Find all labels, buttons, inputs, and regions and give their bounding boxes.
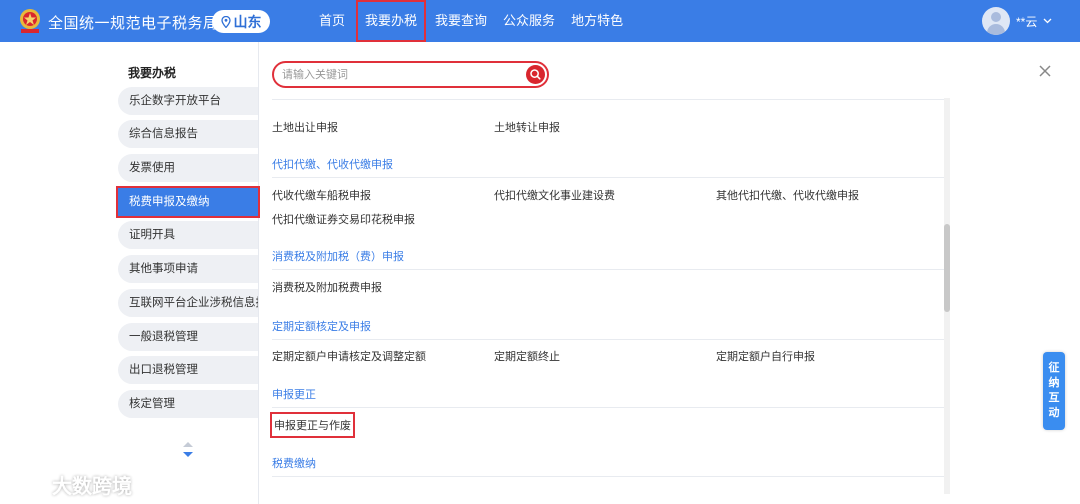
region-label: 山东: [233, 13, 262, 30]
section-title-withholding: 代扣代缴、代收代缴申报: [272, 159, 393, 171]
nav-public-service[interactable]: 公众服务: [496, 0, 562, 42]
section-title-correction: 申报更正: [272, 389, 316, 401]
search-box: [272, 61, 549, 88]
region-selector[interactable]: 山东: [212, 10, 270, 33]
interaction-float-tab[interactable]: 征 纳 互 动: [1043, 352, 1065, 430]
link-quota-self-declaration[interactable]: 定期定额户自行申报: [716, 348, 815, 364]
user-avatar-icon[interactable]: [982, 7, 1010, 35]
sidebar-item-general-refund[interactable]: 一般退税管理: [118, 323, 258, 351]
sidebar-item-assessment[interactable]: 核定管理: [118, 390, 258, 418]
sidebar-item-other-applications[interactable]: 其他事项申请: [118, 255, 258, 283]
chevron-down-icon[interactable]: [1043, 18, 1052, 24]
nav-tax-handling[interactable]: 我要办税: [356, 0, 427, 42]
sidebar-title: 我要办税: [128, 66, 177, 80]
service-list: 土地出让申报 土地转让申报 代扣代缴、代收代缴申报 代收代缴车船税申报 代扣代缴…: [260, 98, 950, 496]
search-button[interactable]: [526, 65, 545, 84]
divider: [272, 339, 947, 340]
sidebar-item-export-refund[interactable]: 出口退税管理: [118, 356, 258, 384]
content-scrollbar[interactable]: [944, 98, 950, 494]
section-title-fixed-quota: 定期定额核定及申报: [272, 321, 371, 333]
nav-query[interactable]: 我要查询: [428, 0, 494, 42]
watermark: 大数跨境: [12, 470, 132, 499]
link-quota-termination[interactable]: 定期定额终止: [494, 348, 560, 364]
sidebar: 我要办税 乐企数字开放平台 综合信息报告 发票使用 税费申报及缴纳 证明开具 其…: [0, 42, 260, 504]
link-stamp-duty[interactable]: 代扣代缴证券交易印花税申报: [272, 211, 415, 227]
link-consumption-tax[interactable]: 消费税及附加税费申报: [272, 279, 382, 295]
sidebar-item-leqi-platform[interactable]: 乐企数字开放平台: [118, 87, 258, 115]
watermark-text: 大数跨境: [52, 476, 132, 498]
watermark-logo: [13, 477, 42, 492]
main-panel: 我要办税 乐企数字开放平台 综合信息报告 发票使用 税费申报及缴纳 证明开具 其…: [0, 42, 1080, 504]
float-tab-char: 征: [1048, 362, 1060, 374]
section-title-payment: 税费缴纳: [272, 458, 316, 470]
user-menu[interactable]: **云: [982, 7, 1052, 35]
link-correction-void[interactable]: 申报更正与作废: [270, 412, 355, 438]
close-icon[interactable]: [1038, 64, 1052, 78]
divider: [272, 407, 947, 408]
divider: [272, 99, 947, 100]
main-nav: 首页 我要办税 我要查询 公众服务 地方特色: [312, 0, 632, 42]
divider: [272, 476, 947, 477]
user-name[interactable]: **云: [1016, 13, 1037, 30]
sidebar-item-tax-declaration[interactable]: 税费申报及缴纳: [116, 186, 260, 218]
sidebar-item-invoice[interactable]: 发票使用: [118, 154, 258, 182]
float-tab-char: 动: [1048, 407, 1060, 419]
sidebar-item-certificate[interactable]: 证明开具: [118, 221, 258, 249]
float-tab-char: 互: [1048, 392, 1060, 404]
divider: [272, 269, 947, 270]
emblem-logo[interactable]: [18, 8, 42, 34]
link-quota-application[interactable]: 定期定额户申请核定及调整定额: [272, 348, 426, 364]
section-title-consumption-tax: 消费税及附加税（费）申报: [272, 251, 404, 263]
link-vehicle-tax[interactable]: 代收代缴车船税申报: [272, 187, 371, 203]
link-culture-fee[interactable]: 代扣代缴文化事业建设费: [494, 187, 615, 203]
link-land-grant[interactable]: 土地出让申报: [272, 119, 338, 135]
search-input[interactable]: [282, 66, 522, 84]
float-tab-char: 纳: [1048, 377, 1060, 389]
divider: [272, 177, 947, 178]
location-pin-icon: [220, 15, 231, 28]
nav-home[interactable]: 首页: [312, 0, 352, 42]
link-land-transfer[interactable]: 土地转让申报: [494, 119, 560, 135]
link-other-withholding[interactable]: 其他代扣代缴、代收代缴申报: [716, 187, 859, 203]
sidebar-item-platform-reporting[interactable]: 互联网平台企业涉税信息报送: [118, 289, 258, 317]
search-icon: [530, 69, 541, 80]
sidebar-item-info-report[interactable]: 综合信息报告: [118, 120, 258, 148]
scroll-arrows-icon[interactable]: [181, 439, 195, 461]
top-header: 全国统一规范电子税务局 山东 首页 我要办税 我要查询 公众服务 地方特色 **…: [0, 0, 1080, 42]
scrollbar-thumb[interactable]: [944, 224, 950, 312]
nav-local-features[interactable]: 地方特色: [564, 0, 630, 42]
site-title[interactable]: 全国统一规范电子税务局: [48, 12, 219, 33]
